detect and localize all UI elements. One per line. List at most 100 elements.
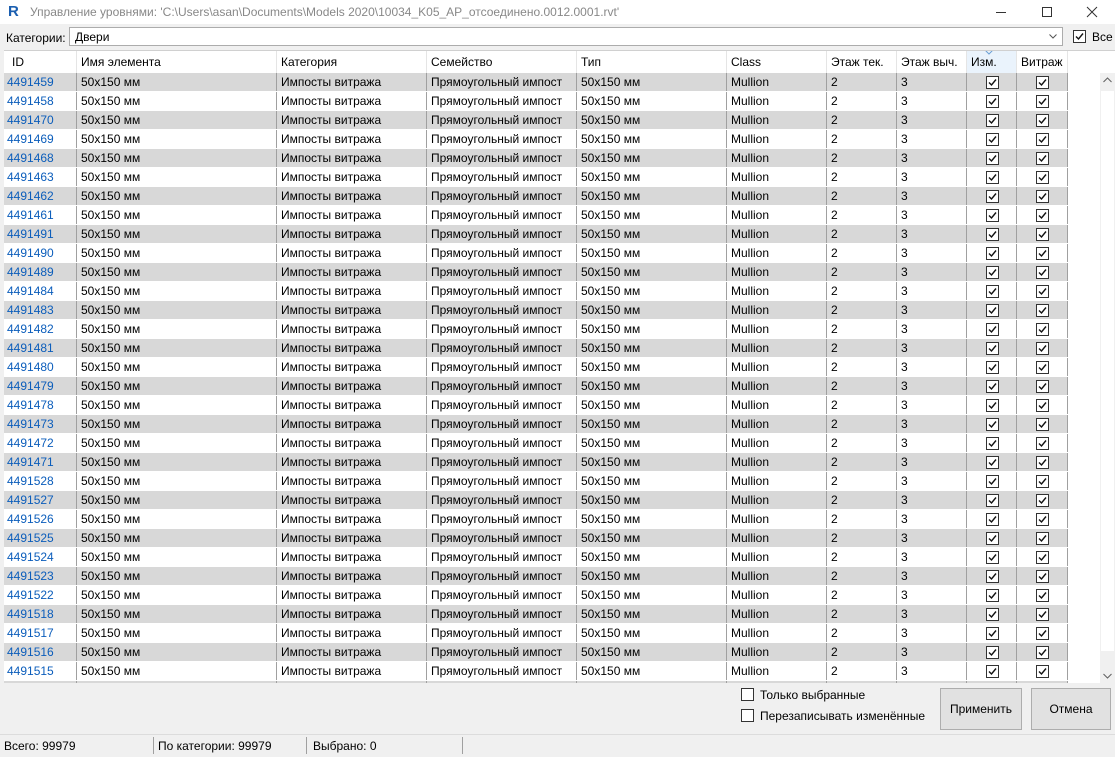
- cell-id[interactable]: 4491514: [4, 681, 77, 683]
- curtain-wall-checkbox[interactable]: [1036, 456, 1049, 469]
- cell-id[interactable]: 4491522: [4, 586, 77, 605]
- curtain-wall-checkbox[interactable]: [1036, 342, 1049, 355]
- curtain-wall-checkbox[interactable]: [1036, 380, 1049, 393]
- cell-id[interactable]: 4491481: [4, 339, 77, 358]
- table-row[interactable]: 4491458 50x150 мм Импосты витража Прямоугол…: [4, 92, 1068, 111]
- curtain-wall-checkbox[interactable]: [1036, 418, 1049, 431]
- table-row[interactable]: 4491462 50x150 мм Импосты витража Прямоугол…: [4, 187, 1068, 206]
- table-row[interactable]: 4491524 50x150 мм Импосты витража Прямоугол…: [4, 548, 1068, 567]
- cell-id[interactable]: 4491469: [4, 130, 77, 149]
- changed-checkbox[interactable]: [986, 646, 999, 659]
- curtain-wall-checkbox[interactable]: [1036, 323, 1049, 336]
- cell-id[interactable]: 4491478: [4, 396, 77, 415]
- curtain-wall-checkbox[interactable]: [1036, 589, 1049, 602]
- table-row[interactable]: 4491468 50x150 мм Импосты витража Прямоугол…: [4, 149, 1068, 168]
- changed-checkbox[interactable]: [986, 418, 999, 431]
- changed-checkbox[interactable]: [986, 95, 999, 108]
- cell-id[interactable]: 4491518: [4, 605, 77, 624]
- table-row[interactable]: 4491526 50x150 мм Импосты витража Прямоугол…: [4, 510, 1068, 529]
- table-row[interactable]: 4491473 50x150 мм Импосты витража Прямоугол…: [4, 415, 1068, 434]
- curtain-wall-checkbox[interactable]: [1036, 475, 1049, 488]
- changed-checkbox[interactable]: [986, 570, 999, 583]
- cell-id[interactable]: 4491515: [4, 662, 77, 681]
- only-selected-checkbox[interactable]: [741, 688, 754, 701]
- cell-id[interactable]: 4491517: [4, 624, 77, 643]
- changed-checkbox[interactable]: [986, 190, 999, 203]
- maximize-button[interactable]: [1024, 0, 1070, 24]
- changed-checkbox[interactable]: [986, 608, 999, 621]
- changed-checkbox[interactable]: [986, 513, 999, 526]
- table-row[interactable]: 4491518 50x150 мм Импосты витража Прямоугол…: [4, 605, 1068, 624]
- changed-checkbox[interactable]: [986, 114, 999, 127]
- curtain-wall-checkbox[interactable]: [1036, 266, 1049, 279]
- curtain-wall-checkbox[interactable]: [1036, 152, 1049, 165]
- cell-id[interactable]: 4491489: [4, 263, 77, 282]
- cell-id[interactable]: 4491463: [4, 168, 77, 187]
- changed-checkbox[interactable]: [986, 361, 999, 374]
- curtain-wall-checkbox[interactable]: [1036, 437, 1049, 450]
- header-col-family[interactable]: Семейство: [427, 51, 577, 73]
- cell-id[interactable]: 4491470: [4, 111, 77, 130]
- curtain-wall-checkbox[interactable]: [1036, 513, 1049, 526]
- changed-checkbox[interactable]: [986, 589, 999, 602]
- header-col-curtain-wall[interactable]: Витраж: [1017, 51, 1068, 73]
- cancel-button[interactable]: Отмена: [1031, 688, 1111, 730]
- changed-checkbox[interactable]: [986, 494, 999, 507]
- vertical-scrollbar[interactable]: [1100, 73, 1115, 683]
- changed-checkbox[interactable]: [986, 437, 999, 450]
- table-row[interactable]: 4491491 50x150 мм Импосты витража Прямоугол…: [4, 225, 1068, 244]
- header-col-type[interactable]: Тип: [577, 51, 727, 73]
- changed-checkbox[interactable]: [986, 380, 999, 393]
- apply-button[interactable]: Применить: [940, 688, 1022, 730]
- curtain-wall-checkbox[interactable]: [1036, 665, 1049, 678]
- table-row[interactable]: 4491482 50x150 мм Импосты витража Прямоугол…: [4, 320, 1068, 339]
- curtain-wall-checkbox[interactable]: [1036, 190, 1049, 203]
- changed-checkbox[interactable]: [986, 399, 999, 412]
- changed-checkbox[interactable]: [986, 304, 999, 317]
- curtain-wall-checkbox[interactable]: [1036, 304, 1049, 317]
- cell-id[interactable]: 4491480: [4, 358, 77, 377]
- header-col-floor-calculated[interactable]: Этаж выч.: [897, 51, 967, 73]
- table-row[interactable]: 449151450x150 ммИмпосты витражаПрямоугол…: [4, 681, 1068, 683]
- changed-checkbox[interactable]: [986, 152, 999, 165]
- table-row[interactable]: 4491470 50x150 мм Импосты витража Прямоугол…: [4, 111, 1068, 130]
- cell-id[interactable]: 4491484: [4, 282, 77, 301]
- changed-checkbox[interactable]: [986, 532, 999, 545]
- curtain-wall-checkbox[interactable]: [1036, 570, 1049, 583]
- header-col-floor-current[interactable]: Этаж тек.: [827, 51, 897, 73]
- cell-id[interactable]: 4491473: [4, 415, 77, 434]
- table-row[interactable]: 4491459 50x150 мм Импосты витража Прямоугол…: [4, 73, 1068, 92]
- cell-id[interactable]: 4491516: [4, 643, 77, 662]
- close-button[interactable]: [1069, 0, 1115, 24]
- curtain-wall-checkbox[interactable]: [1036, 608, 1049, 621]
- curtain-wall-checkbox[interactable]: [1036, 646, 1049, 659]
- all-checkbox[interactable]: [1073, 30, 1086, 43]
- cell-id[interactable]: 4491490: [4, 244, 77, 263]
- curtain-wall-checkbox[interactable]: [1036, 133, 1049, 146]
- changed-checkbox[interactable]: [986, 456, 999, 469]
- table-row[interactable]: 4491516 50x150 мм Импосты витража Прямоугол…: [4, 643, 1068, 662]
- changed-checkbox[interactable]: [986, 475, 999, 488]
- curtain-wall-checkbox[interactable]: [1036, 247, 1049, 260]
- category-dropdown[interactable]: Двери: [69, 27, 1063, 46]
- table-row[interactable]: 4491528 50x150 мм Импосты витража Прямоугол…: [4, 472, 1068, 491]
- table-row[interactable]: 4491484 50x150 мм Импосты витража Прямоугол…: [4, 282, 1068, 301]
- cell-id[interactable]: 4491527: [4, 491, 77, 510]
- changed-checkbox[interactable]: [986, 228, 999, 241]
- curtain-wall-checkbox[interactable]: [1036, 551, 1049, 564]
- header-col-element-name[interactable]: Имя элемента: [77, 51, 277, 73]
- curtain-wall-checkbox[interactable]: [1036, 494, 1049, 507]
- cell-id[interactable]: 4491525: [4, 529, 77, 548]
- curtain-wall-checkbox[interactable]: [1036, 209, 1049, 222]
- curtain-wall-checkbox[interactable]: [1036, 361, 1049, 374]
- changed-checkbox[interactable]: [986, 551, 999, 564]
- table-row[interactable]: 4491490 50x150 мм Импосты витража Прямоугол…: [4, 244, 1068, 263]
- changed-checkbox[interactable]: [986, 323, 999, 336]
- changed-checkbox[interactable]: [986, 627, 999, 640]
- table-row[interactable]: 4491489 50x150 мм Импосты витража Прямоугол…: [4, 263, 1068, 282]
- changed-checkbox[interactable]: [986, 76, 999, 89]
- curtain-wall-checkbox[interactable]: [1036, 114, 1049, 127]
- table-row[interactable]: 4491472 50x150 мм Импосты витража Прямоугол…: [4, 434, 1068, 453]
- curtain-wall-checkbox[interactable]: [1036, 285, 1049, 298]
- cell-id[interactable]: 4491526: [4, 510, 77, 529]
